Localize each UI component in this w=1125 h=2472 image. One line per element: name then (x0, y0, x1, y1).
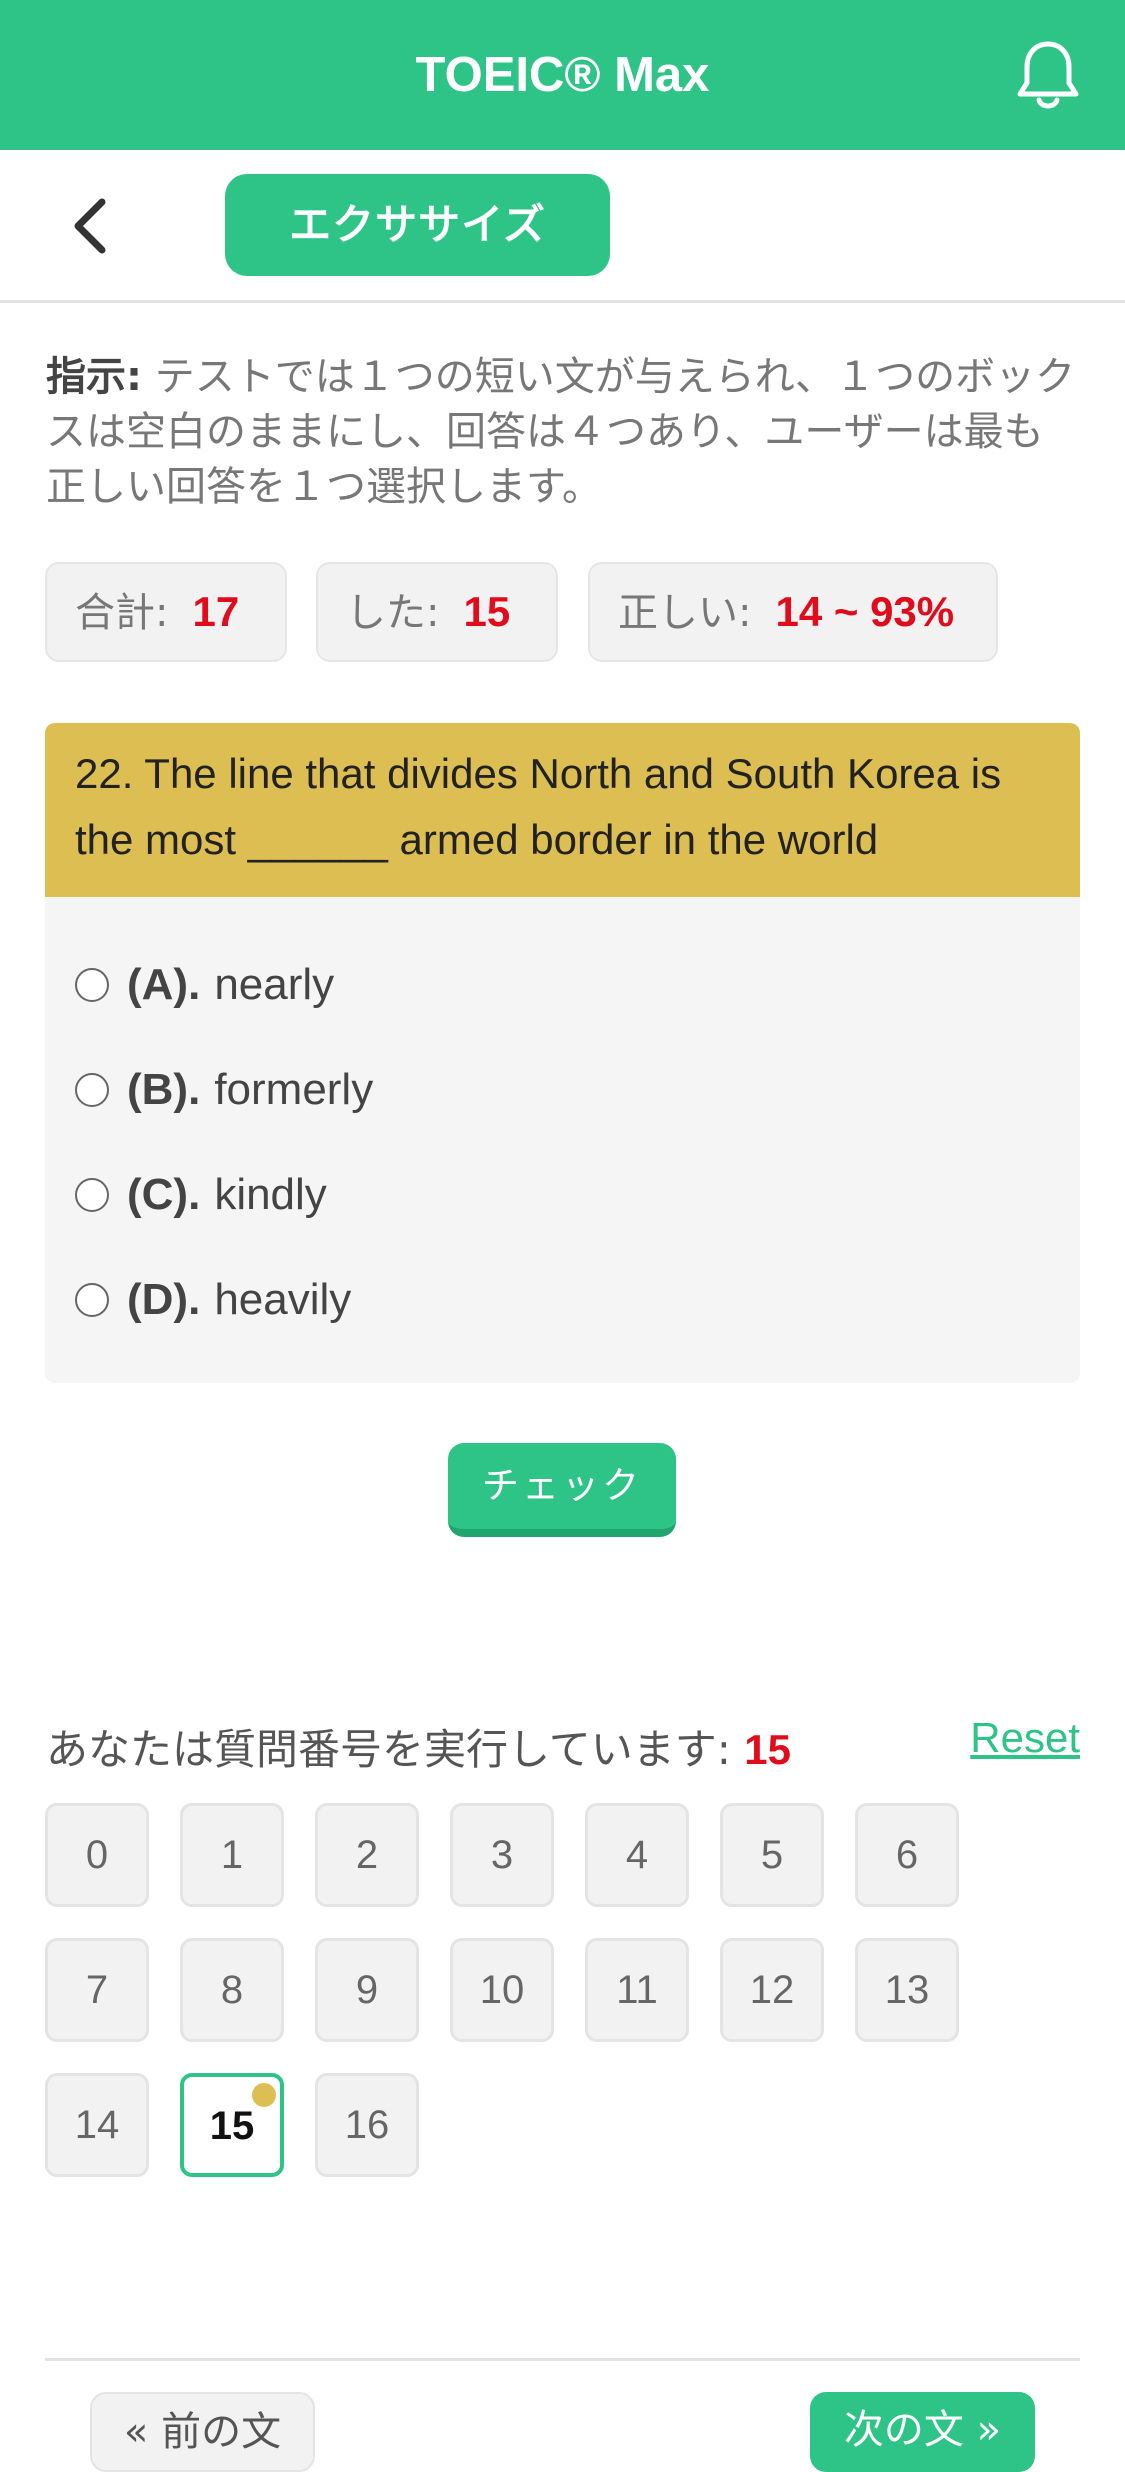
option-label: (A). (127, 960, 201, 1009)
instructions-label: 指示: (46, 354, 142, 400)
correct-label: 正しい: (618, 590, 752, 636)
question-number-button[interactable]: 3 (450, 1803, 554, 1907)
question-number-button[interactable]: 14 (45, 2073, 149, 2177)
option-text: kindly (214, 1170, 327, 1219)
question-number-button[interactable]: 16 (315, 2073, 419, 2177)
total-stat: 合計: 17 (45, 562, 287, 662)
current-question-number-button[interactable]: 15 (180, 2073, 284, 2177)
question-number-button[interactable]: 1 (180, 1803, 284, 1907)
current-question-number: 15 (744, 1726, 791, 1773)
total-value: 17 (192, 588, 240, 635)
option-c[interactable]: (C). kindly (75, 1165, 327, 1225)
instructions-text: テストでは１つの短い文が与えられ、１つのボックスは空白のままにし、回答は４つあり… (46, 354, 1076, 510)
app-header: TOEIC® Max (0, 0, 1125, 150)
question-text: 22. The line that divides North and Sout… (45, 723, 1080, 897)
bell-icon[interactable] (1013, 38, 1083, 112)
footer-divider (45, 2358, 1080, 2361)
question-number-button[interactable]: 9 (315, 1938, 419, 2042)
option-a[interactable]: (A). nearly (75, 955, 334, 1015)
question-number-label: 15 (209, 2104, 255, 2148)
option-text: formerly (214, 1065, 374, 1114)
check-button[interactable]: チェック (448, 1443, 676, 1537)
question-card: 22. The line that divides North and Sout… (45, 723, 1080, 1383)
question-number-button[interactable]: 10 (450, 1938, 554, 2042)
previous-sentence-button[interactable]: « 前の文 (90, 2392, 315, 2472)
option-d[interactable]: (D). heavily (75, 1270, 351, 1330)
next-sentence-button[interactable]: 次の文 » (810, 2392, 1035, 2472)
progress-label: あなたは質問番号を実行しています: (46, 1725, 731, 1774)
done-label: した: (346, 590, 440, 636)
done-stat: した: 15 (316, 562, 558, 662)
done-value: 15 (463, 588, 511, 635)
correct-stat: 正しい: 14 ~ 93% (588, 562, 998, 662)
radio-button[interactable] (75, 1073, 109, 1107)
current-marker-dot (252, 2083, 276, 2107)
option-label: (D). (127, 1275, 201, 1324)
radio-button[interactable] (75, 968, 109, 1002)
current-question-indicator: あなたは質問番号を実行しています: 15 (46, 1716, 791, 1777)
sub-navigation-bar: エクササイズ (0, 150, 1125, 303)
option-label: (B). (127, 1065, 201, 1114)
app-title: TOEIC® Max (415, 48, 710, 102)
question-number-button[interactable]: 8 (180, 1938, 284, 2042)
question-number-button[interactable]: 2 (315, 1803, 419, 1907)
chevron-left-icon[interactable] (66, 196, 116, 256)
option-text: nearly (214, 960, 335, 1009)
question-number-button[interactable]: 12 (720, 1938, 824, 2042)
exercise-mode-button[interactable]: エクササイズ (225, 174, 610, 276)
option-label: (C). (127, 1170, 201, 1219)
question-number-button[interactable]: 0 (45, 1803, 149, 1907)
instructions: 指示: テストでは１つの短い文が与えられ、１つのボックスは空白のままにし、回答は… (46, 350, 1076, 515)
reset-link[interactable]: Reset (970, 1714, 1080, 1762)
total-label: 合計: (75, 590, 169, 636)
question-number-button[interactable]: 5 (720, 1803, 824, 1907)
radio-button[interactable] (75, 1178, 109, 1212)
question-number-button[interactable]: 7 (45, 1938, 149, 2042)
radio-button[interactable] (75, 1283, 109, 1317)
correct-value: 14 ~ 93% (775, 588, 955, 635)
question-number-button[interactable]: 6 (855, 1803, 959, 1907)
question-number-button[interactable]: 11 (585, 1938, 689, 2042)
option-b[interactable]: (B). formerly (75, 1060, 373, 1120)
option-text: heavily (214, 1275, 352, 1324)
question-number-button[interactable]: 4 (585, 1803, 689, 1907)
question-number-button[interactable]: 13 (855, 1938, 959, 2042)
